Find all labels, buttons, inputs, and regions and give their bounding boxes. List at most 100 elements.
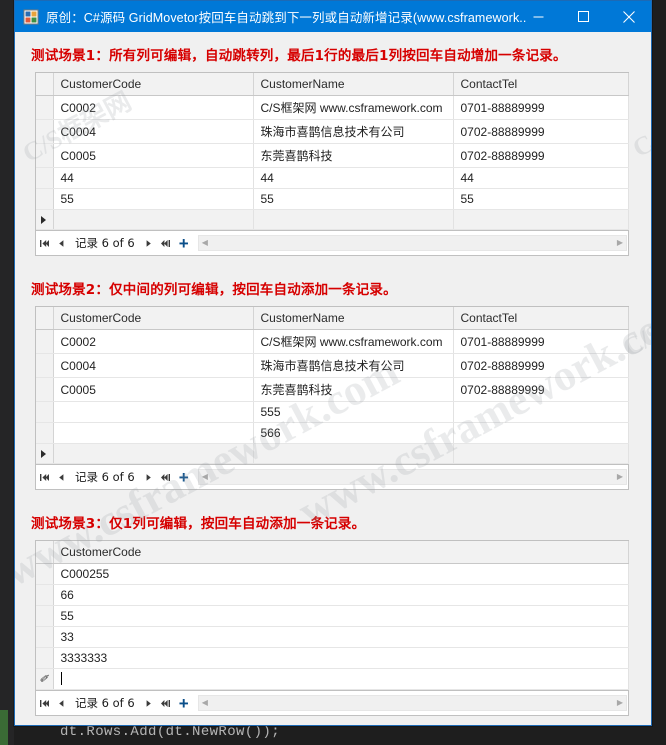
data-grid[interactable]: CustomerCode C000255 66 55 33 3333333 ✐ (35, 540, 629, 691)
add-record-button[interactable]: + (174, 232, 194, 254)
grid-cell[interactable]: 0701-88889999 (453, 329, 629, 354)
row-header-cell[interactable] (36, 443, 54, 464)
grid-cell[interactable]: C/S框架网 www.csframework.com (253, 95, 454, 120)
grid-cell[interactable] (453, 209, 629, 230)
grid-cell[interactable] (453, 443, 629, 464)
next-record-button[interactable] (140, 466, 157, 488)
horizontal-scrollbar[interactable]: ◀ ▶ (197, 469, 627, 485)
table-row[interactable]: C0004 珠海市喜鹊信息技术有公司 0702-88889999 (36, 353, 629, 378)
row-header-cell[interactable] (36, 401, 54, 423)
row-header-cell[interactable] (36, 188, 54, 210)
row-header-cell[interactable] (36, 353, 54, 378)
grid-cell-editing[interactable] (52, 668, 629, 690)
previous-record-button[interactable] (53, 466, 70, 488)
grid-cell[interactable]: C/S框架网 www.csframework.com (253, 329, 454, 354)
row-header-cell[interactable] (36, 95, 54, 120)
row-header-cell[interactable] (36, 605, 54, 627)
grid-cell[interactable]: C0004 (53, 119, 254, 144)
scroll-right-icon[interactable]: ▶ (614, 239, 626, 247)
next-record-button[interactable] (140, 232, 157, 254)
first-record-button[interactable] (36, 232, 53, 254)
table-row[interactable] (36, 443, 629, 464)
table-row[interactable]: 555 (36, 401, 629, 423)
data-grid[interactable]: CustomerCode CustomerName ContactTel C0002 C… (35, 72, 629, 231)
table-row[interactable]: 55 55 55 (36, 188, 629, 210)
grid-cell[interactable]: 55 (453, 188, 629, 210)
previous-record-button[interactable] (53, 232, 70, 254)
table-row[interactable]: C0004 珠海市喜鹊信息技术有公司 0702-88889999 (36, 119, 629, 144)
column-header-contacttel[interactable]: ContactTel (453, 307, 629, 330)
grid-cell[interactable]: C0005 (53, 143, 254, 168)
grid-cell[interactable]: 55 (253, 188, 454, 210)
table-row[interactable]: 33 (36, 626, 629, 648)
grid-cell[interactable]: 0702-88889999 (453, 377, 629, 402)
column-header-customercode[interactable]: CustomerCode (53, 307, 254, 330)
row-header-cell[interactable] (36, 626, 54, 648)
grid-cell[interactable]: 44 (453, 167, 629, 189)
grid-cell[interactable]: 33 (53, 626, 629, 648)
grid-cell[interactable]: 0702-88889999 (453, 143, 629, 168)
scroll-left-icon[interactable]: ◀ (199, 239, 211, 247)
row-header-cell[interactable] (36, 584, 54, 606)
add-record-button[interactable]: + (174, 466, 194, 488)
record-navigator[interactable]: 记录 6 of 6 + ◀ ▶ (35, 231, 629, 256)
grid-cell[interactable]: 0701-88889999 (453, 95, 629, 120)
grid-cell[interactable]: C0002 (53, 95, 254, 120)
grid-cell[interactable]: 55 (53, 605, 629, 627)
row-header-cell[interactable] (36, 209, 54, 230)
row-header-cell[interactable] (36, 422, 54, 444)
grid-cell[interactable]: C0002 (53, 329, 254, 354)
maximize-button[interactable] (561, 1, 606, 32)
grid-cell[interactable]: 55 (53, 188, 254, 210)
grid-cell[interactable]: 3333333 (53, 647, 629, 669)
last-record-button[interactable] (157, 232, 174, 254)
grid-cell[interactable]: C0005 (53, 377, 254, 402)
add-record-button[interactable]: + (174, 692, 194, 714)
table-row[interactable]: C0002 C/S框架网 www.csframework.com 0701-8888… (36, 95, 629, 120)
grid-cell[interactable]: 珠海市喜鹊信息技术有公司 (253, 353, 454, 378)
table-row[interactable]: 66 (36, 584, 629, 606)
row-header-cell[interactable] (36, 329, 54, 354)
grid-cell[interactable] (53, 443, 254, 464)
column-header-contacttel[interactable]: ContactTel (453, 73, 629, 96)
row-header-cell[interactable] (36, 143, 54, 168)
grid-cell[interactable]: C000255 (53, 563, 629, 585)
scroll-left-icon[interactable]: ◀ (199, 473, 211, 481)
grid-cell[interactable]: 0702-88889999 (453, 353, 629, 378)
table-row[interactable]: 566 (36, 422, 629, 444)
table-row[interactable]: 3333333 (36, 647, 629, 669)
first-record-button[interactable] (36, 466, 53, 488)
scroll-right-icon[interactable]: ▶ (614, 699, 626, 707)
scroll-left-icon[interactable]: ◀ (199, 699, 211, 707)
last-record-button[interactable] (157, 692, 174, 714)
title-bar[interactable]: 原创：C#源码 GridMovetor按回车自动跳到下一列或自动新增记录(www… (15, 1, 651, 32)
column-header-customername[interactable]: CustomerName (253, 73, 454, 96)
table-row[interactable] (36, 209, 629, 230)
grid-cell[interactable] (253, 209, 454, 230)
table-row[interactable]: 55 (36, 605, 629, 627)
close-button[interactable] (606, 1, 651, 32)
scroll-right-icon[interactable]: ▶ (614, 473, 626, 481)
grid-cell[interactable] (253, 443, 454, 464)
grid-cell[interactable]: 东莞喜鹊科技 (253, 377, 454, 402)
row-header-cell[interactable] (36, 647, 54, 669)
grid-cell[interactable] (453, 401, 629, 423)
row-header-cell[interactable] (36, 563, 54, 585)
grid-cell[interactable]: 东莞喜鹊科技 (253, 143, 454, 168)
column-header-customercode[interactable]: CustomerCode (53, 541, 629, 564)
first-record-button[interactable] (36, 692, 53, 714)
table-row[interactable]: ✐ (36, 668, 629, 690)
table-row[interactable]: 44 44 44 (36, 167, 629, 189)
horizontal-scrollbar[interactable]: ◀ ▶ (197, 235, 627, 251)
grid-cell[interactable] (53, 401, 254, 423)
record-navigator[interactable]: 记录 6 of 6 + ◀ ▶ (35, 691, 629, 716)
next-record-button[interactable] (140, 692, 157, 714)
grid-cell[interactable] (53, 209, 254, 230)
column-header-customername[interactable]: CustomerName (253, 307, 454, 330)
grid-cell[interactable]: 珠海市喜鹊信息技术有公司 (253, 119, 454, 144)
grid-cell[interactable] (53, 422, 254, 444)
row-header-cell[interactable] (36, 167, 54, 189)
horizontal-scrollbar[interactable]: ◀ ▶ (197, 695, 627, 711)
table-row[interactable]: C0005 东莞喜鹊科技 0702-88889999 (36, 143, 629, 168)
row-header-cell[interactable]: ✐ (36, 668, 54, 690)
